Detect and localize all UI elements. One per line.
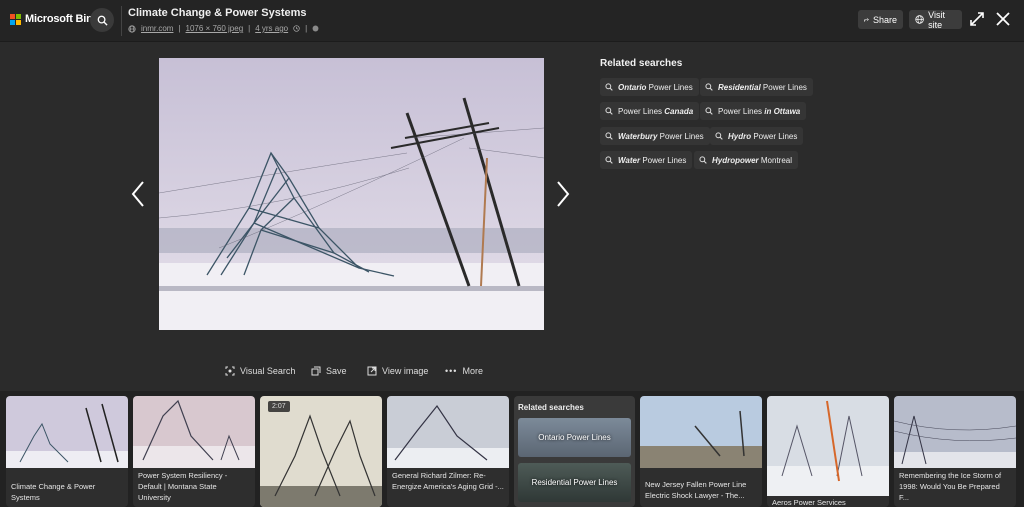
thumbnail-tile[interactable]: Remembering the Ice Storm of 1998: Would… [894,396,1016,507]
more-button[interactable]: ••• More [445,366,483,376]
thumbnail-tile[interactable]: General Richard Zilmer: Re-Energize Amer… [387,396,509,507]
info-icon[interactable] [312,25,319,32]
chip-label: Residential Power Lines [718,82,807,92]
search-icon [605,132,613,140]
close-icon[interactable] [995,11,1011,27]
chip-label: Hydro Power Lines [728,131,798,141]
search-icon [605,107,613,115]
search-icon [715,132,723,140]
brand-name: Microsoft Bing [25,13,100,25]
thumbnail-tile[interactable]: Climate Change & Power Systems [6,396,128,507]
thumbnail-image [767,396,889,496]
thumbnail-tile[interactable]: New Jersey Fallen Power Line Electric Sh… [640,396,762,507]
related-searches-tile-title: Related searches [518,403,584,412]
bing-logo[interactable]: Microsoft Bing [10,13,99,25]
thumbnail-caption: Remembering the Ice Storm of 1998: Would… [899,471,1002,502]
save-button[interactable]: Save [311,366,347,376]
meta-separator: | [178,24,181,33]
visit-site-button[interactable]: Visit site [909,9,962,30]
age-link[interactable]: 4 yrs ago [255,24,288,33]
thumbnail-image [387,396,509,468]
thumbnail-caption: General Richard Zilmer: Re-Energize Amer… [392,471,504,491]
search-icon [605,83,613,91]
view-image-button[interactable]: View image [367,366,428,376]
thumbnail-tile[interactable]: Aeros Power Services [767,396,889,507]
header-divider [121,6,122,36]
visual-search-button[interactable]: Visual Search [225,366,295,376]
related-chip-power-lines-canada[interactable]: Power Lines Canada [600,102,700,120]
meta-separator: | [248,24,251,33]
related-chip-hydro-power-lines[interactable]: Hydro Power Lines [710,127,804,145]
related-chip-hydropower-montreal[interactable]: Hydropower Montreal [694,151,799,169]
view-image-label: View image [382,366,429,376]
visit-site-label: Visit site [928,9,946,30]
thumbnail-tile[interactable]: 2:07 [260,396,382,507]
related-tile-residential-power-lines[interactable]: Residential Power Lines [518,463,631,502]
previous-image-arrow[interactable] [130,180,146,208]
related-chip-ontario-power-lines[interactable]: Ontario Power Lines [600,78,699,96]
globe-icon [915,15,924,24]
related-chip-residential-power-lines[interactable]: Residential Power Lines [700,78,813,96]
thumbnail-image [640,396,762,468]
related-tile-label: Residential Power Lines [531,478,618,487]
chip-label: Hydropower Montreal [712,155,793,165]
search-icon [605,156,613,164]
thumbnail-image [6,396,128,468]
thumbnail-caption: Climate Change & Power Systems [11,482,96,502]
chip-label: Water Power Lines [618,155,687,165]
dimensions-link[interactable]: 1076 × 760 jpeg [186,24,244,33]
share-icon [864,17,869,22]
related-chip-power-lines-in-ottawa[interactable]: Power Lines in Ottawa [700,102,807,120]
related-chip-waterbury-power-lines[interactable]: Waterbury Power Lines [600,127,710,145]
thumbnail-image [133,396,255,468]
search-icon [699,156,707,164]
share-label: Share [872,14,897,25]
visual-search-label: Visual Search [240,366,296,376]
thumbnail-caption: New Jersey Fallen Power Line Electric Sh… [645,480,747,500]
more-dots-icon: ••• [445,366,458,376]
thumbnail-caption: Aeros Power Services [772,498,846,507]
image-title[interactable]: Climate Change & Power Systems [128,7,307,19]
expand-icon[interactable] [969,11,985,27]
main-image[interactable] [159,58,544,330]
related-chip-water-power-lines[interactable]: Water Power Lines [600,151,693,169]
share-button[interactable]: Share [858,10,903,29]
image-meta: inmr.com | 1076 × 760 jpeg | 4 yrs ago | [128,24,319,33]
microsoft-logo-icon [10,13,21,25]
thumbnail-tile[interactable]: Power System Resiliency - Default | Mont… [133,396,255,507]
related-tile-ontario-power-lines[interactable]: Ontario Power Lines [518,418,631,457]
meta-separator: | [305,24,308,33]
related-tile-label: Ontario Power Lines [538,433,611,442]
chip-label: Ontario Power Lines [618,82,693,92]
search-icon [97,15,108,26]
visual-search-icon [225,366,235,376]
related-searches-tile: Related searches Ontario Power Lines Res… [514,396,635,507]
chip-label: Power Lines in Ottawa [718,106,801,116]
thumbnail-image [894,396,1016,468]
globe-icon [128,24,136,33]
clock-icon [293,25,300,32]
save-label: Save [326,366,347,376]
thumbnail-caption: Power System Resiliency - Default | Mont… [138,471,228,502]
more-label: More [462,366,483,376]
search-button[interactable] [90,8,114,32]
chip-label: Waterbury Power Lines [618,131,704,141]
source-link[interactable]: inmr.com [141,24,173,33]
thumbnail-image [260,396,382,507]
search-icon [705,107,713,115]
header-bar: Microsoft Bing Climate Change & Power Sy… [0,0,1024,42]
related-searches-title: Related searches [600,58,683,69]
next-image-arrow[interactable] [555,180,571,208]
search-icon [705,83,713,91]
save-collection-icon [311,366,321,376]
view-image-icon [367,366,377,376]
chip-label: Power Lines Canada [618,106,694,116]
video-duration: 2:07 [268,401,290,412]
